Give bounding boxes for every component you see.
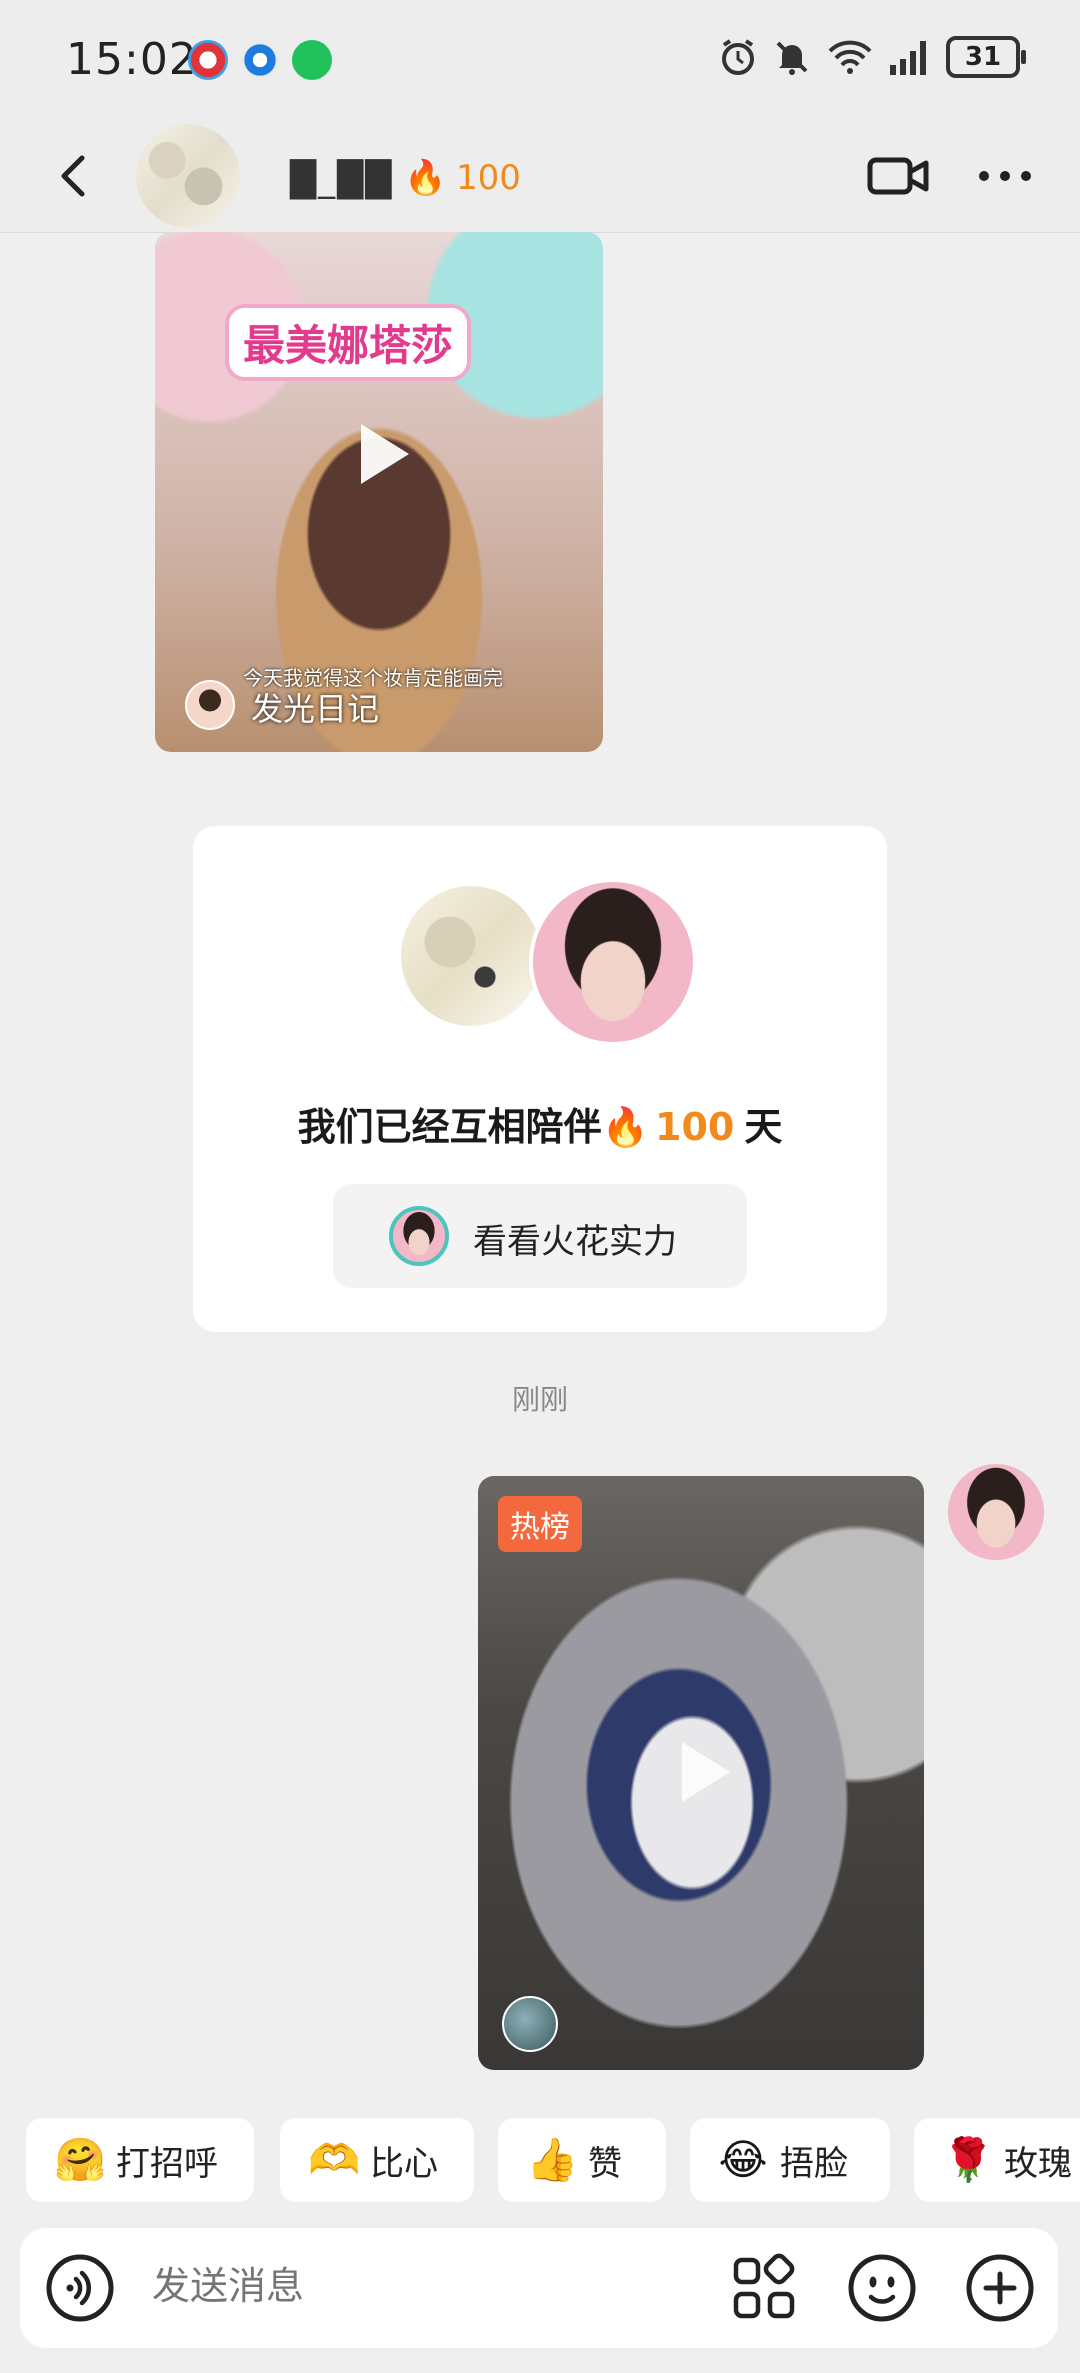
streak-text-before: 我们已经互相陪伴 [297,1105,602,1149]
contact-avatar[interactable] [136,124,240,228]
quick-reply-facepalm[interactable]: 😂 捂脸 [690,2118,890,2202]
play-icon [682,1742,730,1802]
sent-video-card[interactable]: 热榜 [478,1476,924,2070]
back-arrow-icon[interactable] [44,146,104,206]
quick-reply-label: 打招呼 [116,2143,218,2184]
more-options-icon[interactable] [972,146,1038,206]
quick-reply-like[interactable]: 👍 赞 [498,2118,666,2202]
heart-hands-emoji-icon: 🫶 [308,2135,361,2184]
signal-icon [890,41,926,75]
streak-message: 我们已经互相陪伴🔥 100 天 [193,1096,887,1151]
video-author-avatar [502,1996,558,2052]
streak-days-count: 100 [655,1105,735,1149]
status-bar: 15:02 31 [0,0,1080,120]
voice-icon[interactable] [44,2252,116,2324]
streak-text-after: 天 [744,1105,783,1149]
app-notification-icon [188,40,228,80]
shared-video-card[interactable]: 最美娜塔莎 今天我觉得这个妆肯定能画完 发光日记 [155,232,603,752]
video-author-name: 发光日记 [251,690,380,728]
fire-icon: 🔥 [601,1105,649,1149]
play-icon [361,424,409,484]
video-call-icon[interactable] [866,146,932,206]
view-spark-label: 看看火花实力 [473,1222,677,1262]
quick-reply-label: 比心 [370,2143,438,2184]
quick-reply-label: 赞 [588,2143,622,2184]
quick-reply-heart[interactable]: 🫶 比心 [280,2118,474,2202]
video-overlay-title: 最美娜塔莎 [225,304,472,381]
quick-reply-label: 捂脸 [780,2143,848,2184]
quick-reply-rose[interactable]: 🌹 玫瑰 [914,2118,1080,2202]
app-notification-icon [240,40,280,80]
streak-days: 100 [456,158,521,198]
video-author-avatar [185,680,235,730]
emoji-icon[interactable] [846,2252,918,2324]
streak-card: 我们已经互相陪伴🔥 100 天 看看火花实力 [193,826,887,1332]
mute-icon [776,41,808,75]
quick-reply-greet[interactable]: 🤗 打招呼 [26,2118,254,2202]
hot-list-badge: 热榜 [498,1496,582,1552]
alarm-icon [722,39,754,75]
quick-reply-label: 玫瑰 [1004,2143,1072,2184]
wifi-icon [828,40,872,74]
rose-emoji-icon: 🌹 [942,2135,995,2184]
chat-header: █_██ 🔥 100 [0,120,1080,233]
message-input[interactable] [152,2264,692,2308]
status-time: 15:02 [66,34,198,85]
view-spark-button[interactable]: 看看火花实力 [333,1184,747,1288]
contact-avatar [401,886,541,1026]
battery-indicator: 31 [946,36,1026,78]
laugh-cry-emoji-icon: 😂 [718,2135,768,2184]
my-avatar[interactable] [948,1464,1044,1560]
contact-name[interactable]: █_██ [290,160,393,200]
quick-reply-bar: 🤗 打招呼 🫶 比心 👍 赞 😂 捂脸 🌹 玫瑰 [0,2118,1080,2202]
message-timestamp: 刚刚 [511,1383,568,1416]
streak-fire-icon: 🔥 [404,158,447,198]
message-input-bar [20,2228,1058,2348]
wave-emoji-icon: 🤗 [54,2135,107,2184]
system-icons: 31 [718,36,1026,78]
apps-grid-icon[interactable] [728,2252,800,2324]
spark-avatar [389,1206,449,1266]
my-avatar [529,878,697,1046]
plus-icon[interactable] [964,2252,1036,2324]
wechat-icon [292,40,332,80]
thumbs-up-emoji-icon: 👍 [526,2135,579,2184]
